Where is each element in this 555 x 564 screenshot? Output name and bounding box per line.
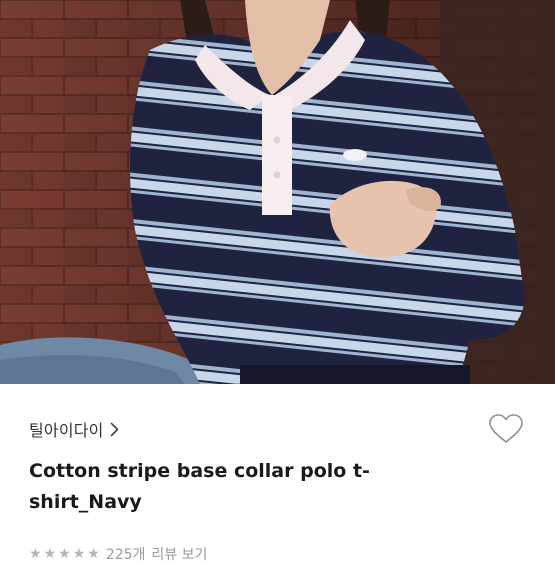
product-title: Cotton stripe base collar polo t- shirt_… — [29, 456, 389, 518]
heart-outline-icon — [488, 413, 524, 449]
product-info: 틸아이다이 Cotton stripe base collar polo t- … — [0, 384, 555, 563]
star-icon: ★ — [58, 546, 71, 562]
brand-name: 틸아이다이 — [29, 421, 104, 440]
review-link[interactable]: 리뷰 보기 — [151, 544, 207, 564]
review-count: 225개 — [105, 547, 146, 563]
chevron-right-icon — [110, 422, 119, 437]
rating-summary: ★ ★ ★ ★ ★ 225개 리뷰 보기 — [29, 544, 207, 564]
star-icon: ★ — [72, 546, 86, 562]
product-image[interactable] — [0, 0, 555, 384]
product-title-line-1: Cotton stripe base collar polo t- — [29, 460, 370, 482]
brand-link[interactable]: 틸아이다이 — [29, 416, 119, 442]
star-icon: ★ — [29, 546, 42, 562]
star-icon: ★ — [43, 546, 57, 562]
product-photo — [0, 0, 555, 384]
product-title-line-2: shirt_Navy — [29, 491, 142, 513]
rating-stars: ★ ★ ★ ★ ★ — [29, 547, 100, 561]
wishlist-button[interactable] — [487, 414, 525, 448]
star-icon: ★ — [87, 546, 100, 562]
